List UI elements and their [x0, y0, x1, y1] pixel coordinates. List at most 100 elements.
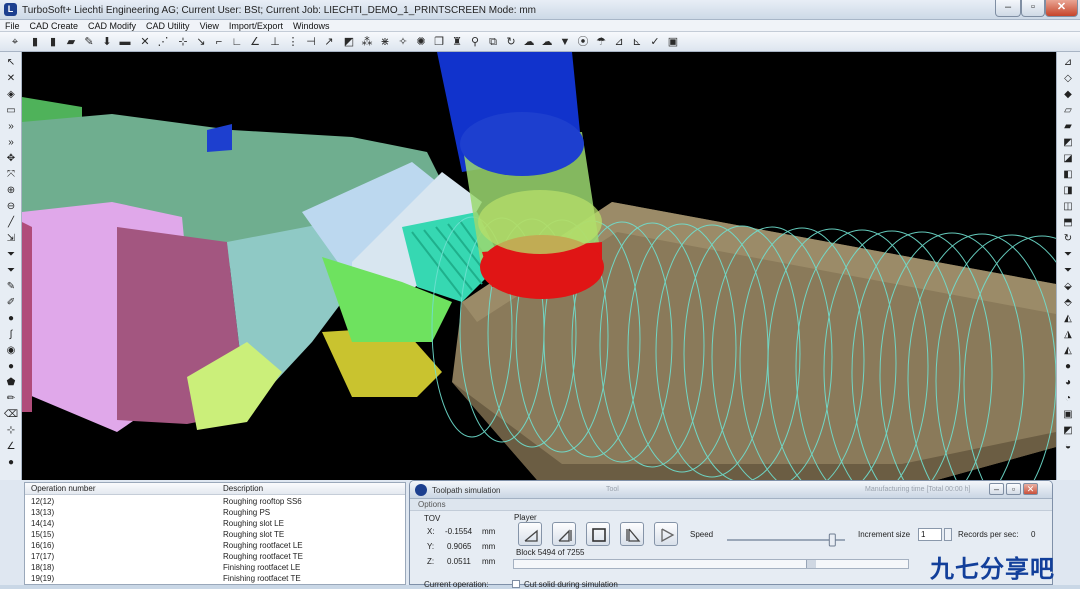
solid-view-icon[interactable]: ◩ [1061, 424, 1075, 437]
cutter-icon[interactable]: ▼ [558, 35, 572, 49]
menu-file[interactable]: File [0, 20, 25, 32]
grid-icon[interactable]: ⋮ [286, 35, 300, 49]
transform-icon[interactable]: ⧉ [486, 35, 500, 49]
increment-spinner[interactable] [944, 528, 952, 541]
line-tool-icon[interactable]: ╱ [4, 216, 18, 229]
cube-icon[interactable]: ◩ [1061, 136, 1075, 149]
node-icon[interactable]: ◉ [4, 344, 18, 357]
description-header[interactable]: Description [223, 484, 263, 493]
speed-slider[interactable] [725, 533, 847, 547]
view-right-icon[interactable]: ▱ [1061, 104, 1075, 117]
rotate-icon[interactable]: ↻ [504, 35, 518, 49]
view-iso-icon[interactable]: ⊿ [1061, 56, 1075, 69]
spark-icon[interactable]: ✺ [414, 35, 428, 49]
filter-icon[interactable]: ⏷ [4, 264, 18, 277]
line-icon[interactable]: ↘ [194, 35, 208, 49]
increment-input[interactable]: 1 [918, 528, 942, 541]
play-button[interactable] [654, 522, 678, 546]
rotate-view-icon[interactable]: ↻ [1061, 232, 1075, 245]
folder-icon[interactable]: ▬ [118, 35, 132, 49]
blob-icon[interactable]: ☁ [522, 35, 536, 49]
menu-cad-modify[interactable]: CAD Modify [83, 20, 141, 32]
speed-slider-thumb[interactable] [828, 533, 836, 547]
block-scrollbar[interactable] [513, 559, 909, 569]
new-file-icon[interactable]: ▮ [28, 35, 42, 49]
solid-icon[interactable]: ● [4, 456, 18, 469]
table-row[interactable]: 15(15) Roughing slot TE [25, 529, 405, 540]
menu-view[interactable]: View [195, 20, 224, 32]
step-back-button[interactable] [552, 522, 576, 546]
check-icon[interactable]: ✓ [648, 35, 662, 49]
box-icon[interactable]: ▣ [1061, 408, 1075, 421]
corner-icon[interactable]: ∟ [230, 35, 244, 49]
print-icon[interactable]: ▣ [666, 35, 680, 49]
arrow-icon[interactable]: ↗ [322, 35, 336, 49]
frame-icon[interactable]: ▭ [4, 104, 18, 117]
pan-icon[interactable]: ✥ [4, 152, 18, 165]
sphere-icon[interactable]: ● [4, 360, 18, 373]
simulate-icon[interactable]: ☂ [594, 35, 608, 49]
save-icon[interactable]: ▰ [64, 35, 78, 49]
scatter-icon[interactable]: ⁂ [360, 35, 374, 49]
table-row[interactable]: 17(17) Roughing rootfacet TE [25, 551, 405, 562]
point-icon[interactable]: ✕ [138, 35, 152, 49]
curve-icon[interactable]: ∫ [4, 328, 18, 341]
menu-cad-create[interactable]: CAD Create [25, 20, 84, 32]
maximize-button[interactable]: ▫ [1021, 0, 1045, 17]
pen-icon[interactable]: ✎ [4, 280, 18, 293]
funnel-icon[interactable]: ⏷ [4, 248, 18, 261]
dialog-maximize-button[interactable]: ▫ [1006, 483, 1021, 495]
view-left-icon[interactable]: ▰ [1061, 120, 1075, 133]
close-button[interactable]: ✕ [1045, 0, 1078, 17]
cube-wire-icon[interactable]: ◪ [1061, 152, 1075, 165]
cross-icon[interactable]: ✕ [4, 72, 18, 85]
rewind-start-button[interactable] [518, 522, 542, 546]
wireframe-icon[interactable]: ◨ [1061, 184, 1075, 197]
menu-cad-utility[interactable]: CAD Utility [141, 20, 195, 32]
table-row[interactable]: 16(16) Roughing rootfacet LE [25, 540, 405, 551]
layer-icon[interactable]: ⬙ [1061, 280, 1075, 293]
move-icon[interactable]: ⇲ [4, 232, 18, 245]
blob-tool-icon[interactable]: ● [4, 312, 18, 325]
table-row[interactable]: 18(18) Finishing rootfacet LE [25, 562, 405, 573]
step-forward-button[interactable] [620, 522, 644, 546]
axis-icon[interactable]: ⊹ [176, 35, 190, 49]
light-icon[interactable]: ⬘ [1061, 296, 1075, 309]
hidden-line-icon[interactable]: ◫ [1061, 200, 1075, 213]
polyline-icon[interactable]: ⌐ [212, 35, 226, 49]
select-icon[interactable]: ⌖ [8, 35, 22, 49]
table-row[interactable]: 13(13) Roughing PS [25, 507, 405, 518]
brush-icon[interactable]: ✐ [4, 296, 18, 309]
fit-icon[interactable]: ⤧ [4, 168, 18, 181]
points-icon[interactable]: ⋰ [156, 35, 170, 49]
options-header[interactable]: Options [410, 499, 1052, 511]
corner-edit-icon[interactable]: ⊾ [630, 35, 644, 49]
surface-icon[interactable]: ◩ [342, 35, 356, 49]
vertical-line-icon[interactable]: ⊥ [268, 35, 282, 49]
intersect-icon[interactable]: ✧ [396, 35, 410, 49]
wrench-icon[interactable]: ✎ [82, 35, 96, 49]
texture-icon[interactable]: ◔ [1061, 392, 1075, 405]
tool-icon[interactable]: ♜ [450, 35, 464, 49]
measure-icon[interactable]: ⊣ [304, 35, 318, 49]
table-row[interactable]: 14(14) Roughing slot LE [25, 518, 405, 529]
drill-icon[interactable]: ⚲ [468, 35, 482, 49]
stop-button[interactable] [586, 522, 610, 546]
view-top-icon[interactable]: ◇ [1061, 72, 1075, 85]
shade-icon[interactable]: ● [1061, 360, 1075, 373]
cursor-icon[interactable]: ↖ [4, 56, 18, 69]
angle-icon[interactable]: ∠ [248, 35, 262, 49]
3d-viewport[interactable] [22, 52, 1056, 480]
open-file-icon[interactable]: ▮ [46, 35, 60, 49]
table-row[interactable]: 12(12) Roughing rooftop SS6 [25, 496, 405, 507]
menu-windows[interactable]: Windows [288, 20, 335, 32]
angle-tool-icon[interactable]: ∠ [4, 440, 18, 453]
view-front-icon[interactable]: ◆ [1061, 88, 1075, 101]
cut-solid-checkbox[interactable] [512, 580, 520, 588]
shape-icon[interactable]: ⬟ [4, 376, 18, 389]
funnel-view-icon[interactable]: ⏷ [1061, 264, 1075, 277]
axis-tool-icon[interactable]: ⊹ [4, 424, 18, 437]
material-icon[interactable]: ◕ [1061, 376, 1075, 389]
zoom-out-icon[interactable]: ⊖ [4, 200, 18, 213]
perspective-icon[interactable]: ⬒ [1061, 216, 1075, 229]
